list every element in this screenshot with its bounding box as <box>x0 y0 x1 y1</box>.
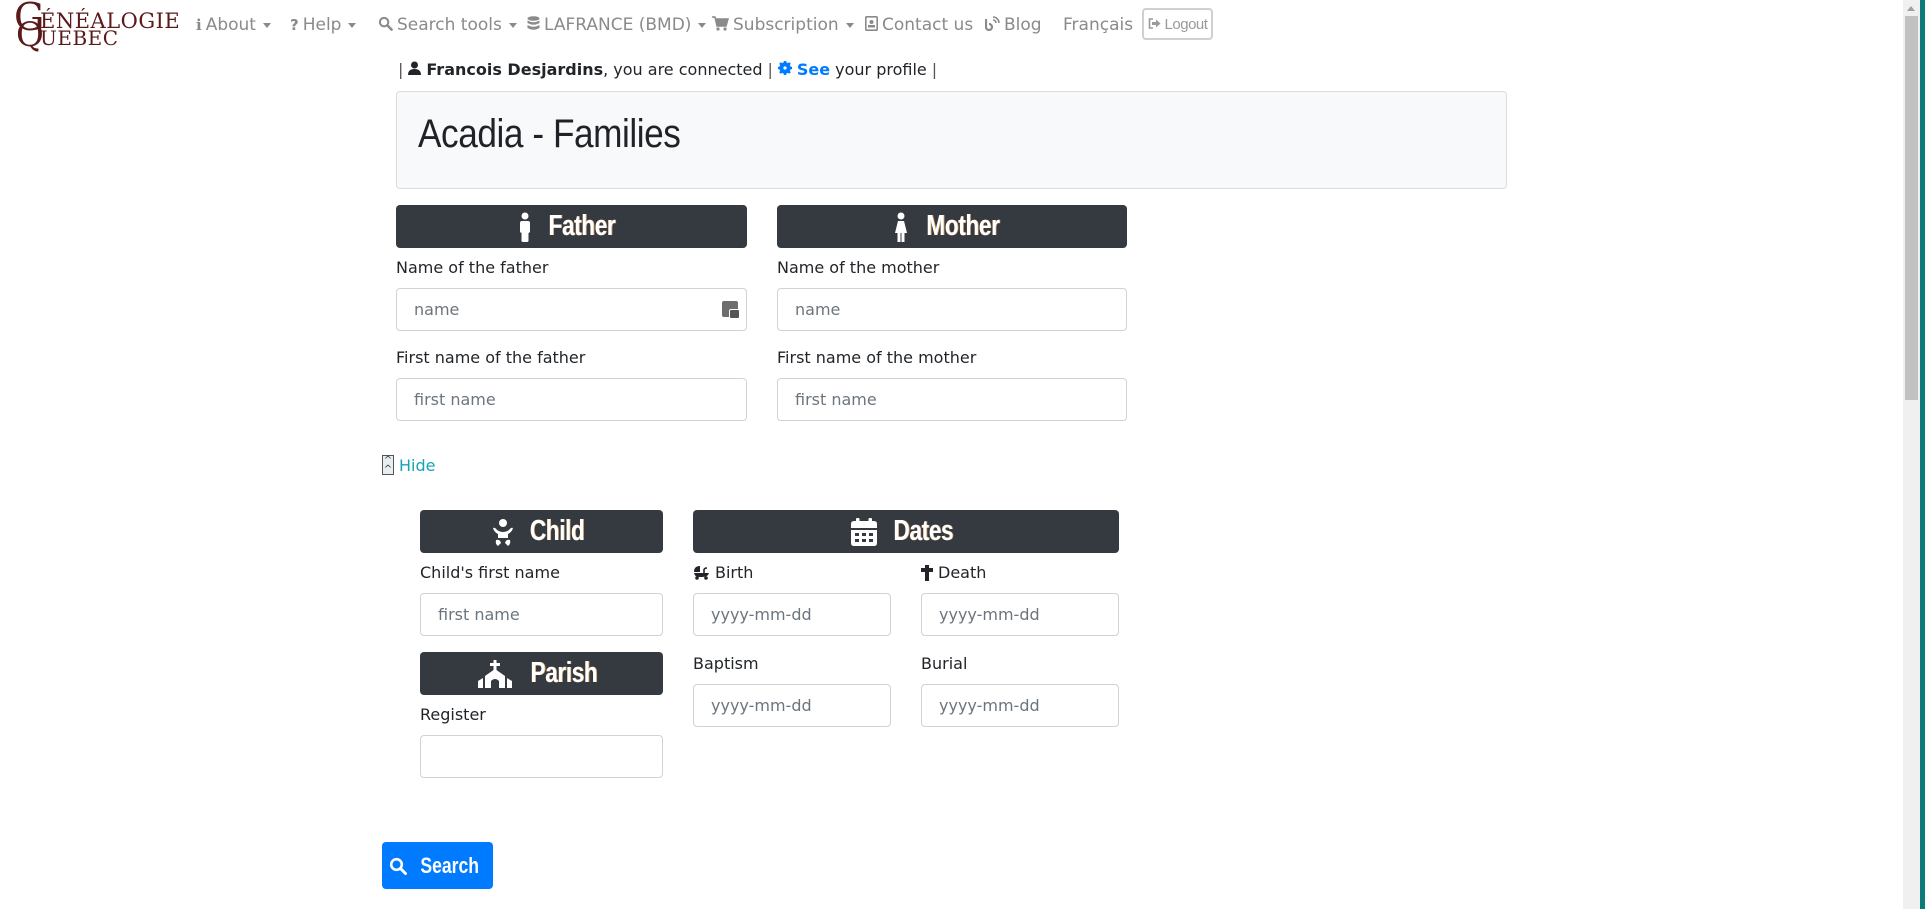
nav-about-label: About <box>205 15 256 35</box>
mother-name-label: Name of the mother <box>777 258 940 277</box>
nav-subscription-label: Subscription <box>733 15 839 35</box>
scroll-up-arrow-icon[interactable] <box>1907 6 1915 11</box>
death-label-text: Death <box>938 563 987 582</box>
autofill-contact-icon[interactable] <box>722 301 740 319</box>
separator: | <box>767 60 773 79</box>
cross-icon <box>921 564 933 581</box>
user-name: Francois Desjardins <box>426 60 604 79</box>
contact-card-icon <box>865 15 878 35</box>
baby-icon <box>492 518 513 546</box>
rss-icon <box>984 15 1000 35</box>
search-icon <box>389 857 407 875</box>
caret-down-icon <box>262 22 271 28</box>
site-logo[interactable]: G Q ÉNÉALOGIE UEBEC <box>14 0 180 52</box>
nav-about[interactable]: i About <box>196 13 271 37</box>
caret-down-icon <box>508 22 517 28</box>
burial-date-input[interactable] <box>921 684 1119 727</box>
child-header-label: Child <box>529 515 584 547</box>
user-icon <box>408 60 422 79</box>
nav-lafrance[interactable]: LAFRANCE (BMD) <box>527 13 707 37</box>
nav-blog-label: Blog <box>1004 15 1042 35</box>
church-icon <box>477 659 512 688</box>
father-header: Father <box>396 205 747 248</box>
mother-name-input[interactable] <box>777 288 1127 331</box>
info-icon: i <box>196 16 202 34</box>
death-date-input[interactable] <box>921 593 1119 636</box>
dates-header-label: Dates <box>893 515 953 547</box>
caret-down-icon <box>845 22 854 28</box>
parish-header: Parish <box>420 652 663 695</box>
father-firstname-input[interactable] <box>396 378 747 421</box>
user-status-line: | Francois Desjardins, you are connected… <box>398 60 937 79</box>
separator: | <box>931 60 938 79</box>
register-label: Register <box>420 705 486 724</box>
logo-line2: UEBEC <box>40 26 119 50</box>
profile-text: your profile <box>835 60 927 79</box>
logout-button[interactable]: Logout <box>1142 8 1213 40</box>
caret-down-icon <box>348 22 357 28</box>
parish-header-label: Parish <box>530 657 597 689</box>
baby-carriage-icon <box>694 566 709 580</box>
nav-francais-label: Français <box>1063 15 1134 35</box>
birth-label-text: Birth <box>715 563 754 582</box>
search-button-label: Search <box>420 852 479 878</box>
child-firstname-label: Child's first name <box>420 563 560 582</box>
gear-icon[interactable] <box>777 60 792 79</box>
nav-search-tools[interactable]: Search tools <box>378 13 517 37</box>
male-icon <box>519 212 530 242</box>
nav-subscription[interactable]: Subscription <box>712 13 854 37</box>
father-name-label: Name of the father <box>396 258 549 277</box>
burial-label: Burial <box>921 654 968 673</box>
navbar: G Q ÉNÉALOGIE UEBEC i About ? Help Searc… <box>0 0 1903 52</box>
birth-label: Birth <box>693 563 753 582</box>
baptism-date-input[interactable] <box>693 684 891 727</box>
nav-blog[interactable]: Blog <box>984 13 1042 37</box>
scrollbar-thumb[interactable] <box>1905 16 1918 400</box>
mother-header: Mother <box>777 205 1127 248</box>
sign-out-icon <box>1148 16 1161 33</box>
register-input[interactable] <box>420 735 663 778</box>
death-label: Death <box>921 563 986 582</box>
separator: | <box>398 60 404 79</box>
father-header-label: Father <box>548 210 615 242</box>
caret-down-icon <box>698 22 707 28</box>
cart-icon <box>712 15 729 35</box>
double-chevron-up-icon: ^ ^ <box>382 455 394 475</box>
page-title: Acadia - Families <box>418 112 681 156</box>
hide-label: Hide <box>399 455 436 475</box>
mother-firstname-label: First name of the mother <box>777 348 977 367</box>
calendar-icon <box>850 517 877 546</box>
see-profile-link[interactable]: See <box>797 60 830 79</box>
female-icon <box>895 212 908 242</box>
nav-lafrance-label: LAFRANCE (BMD) <box>544 15 692 35</box>
nav-contact-us[interactable]: Contact us <box>865 13 973 37</box>
vertical-scrollbar[interactable] <box>1903 0 1920 909</box>
nav-help[interactable]: ? Help <box>290 13 357 37</box>
nav-help-label: Help <box>302 15 342 35</box>
nav-search-tools-label: Search tools <box>397 15 502 35</box>
birth-date-input[interactable] <box>693 593 891 636</box>
hide-toggle-link[interactable]: ^ ^ Hide <box>382 455 435 475</box>
title-panel: Acadia - Families <box>396 91 1507 189</box>
nav-contact-us-label: Contact us <box>882 15 974 35</box>
mother-header-label: Mother <box>926 210 1000 242</box>
question-icon: ? <box>290 16 299 34</box>
connected-text: , you are connected <box>603 60 763 79</box>
father-name-input[interactable] <box>396 288 747 331</box>
father-firstname-label: First name of the father <box>396 348 586 367</box>
nav-language-francais[interactable]: Français <box>1063 13 1133 37</box>
child-header: Child <box>420 510 663 553</box>
mother-firstname-input[interactable] <box>777 378 1127 421</box>
logout-label: Logout <box>1164 15 1208 33</box>
dates-header: Dates <box>693 510 1119 553</box>
database-icon <box>527 15 540 35</box>
baptism-label: Baptism <box>693 654 759 673</box>
search-button[interactable]: Search <box>382 842 493 889</box>
child-firstname-input[interactable] <box>420 593 663 636</box>
window-edge <box>1920 0 1925 909</box>
search-icon <box>378 16 393 35</box>
